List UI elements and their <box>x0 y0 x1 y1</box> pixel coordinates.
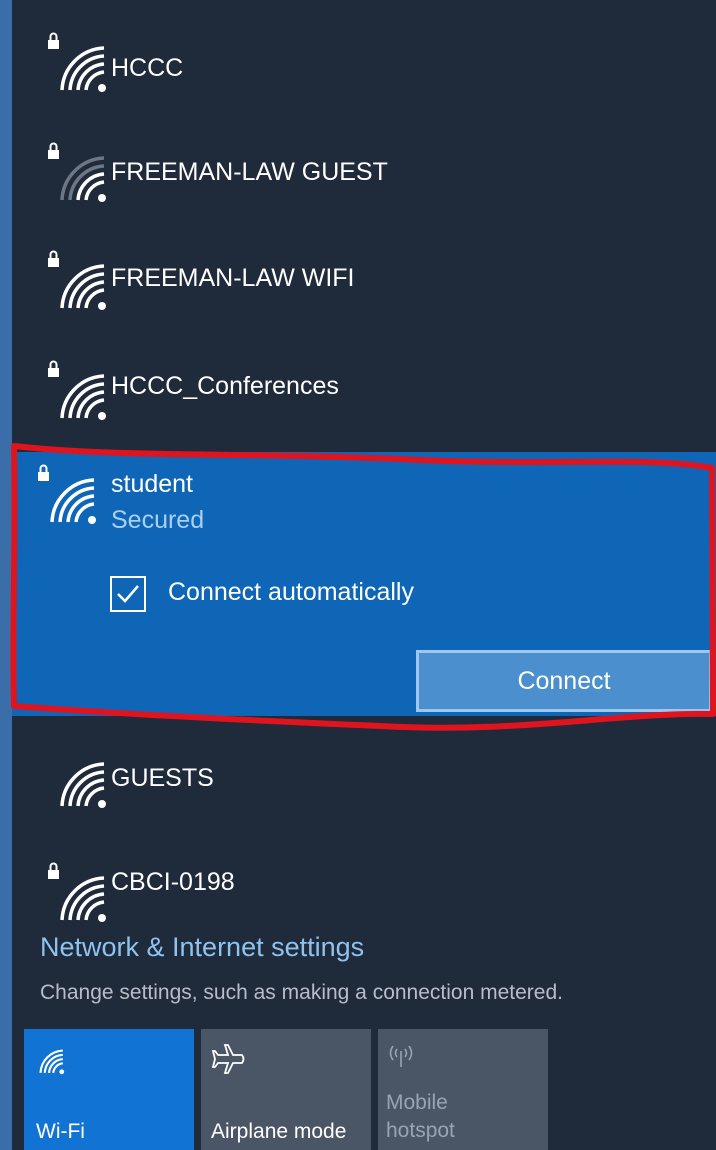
wifi-lock-icon <box>48 142 106 202</box>
network-flyout: HCCC FREEMAN-LAW GUEST FREEMAN-LAW WIFI <box>0 0 716 1150</box>
wifi-tile-label: Wi-Fi <box>36 1120 85 1143</box>
network-name: FREEMAN-LAW GUEST <box>111 158 388 186</box>
network-name: HCCC_Conferences <box>111 372 339 400</box>
wifi-lock-icon <box>48 250 106 310</box>
network-internet-settings-link[interactable]: Network & Internet settings <box>40 932 364 963</box>
settings-description: Change settings, such as making a connec… <box>40 981 563 1004</box>
network-item-hccc-conferences[interactable]: HCCC_Conferences <box>12 338 716 438</box>
wifi-lock-icon <box>38 464 96 524</box>
hotspot-label-line2: hotspot <box>386 1119 455 1142</box>
network-name: student <box>111 470 194 498</box>
network-item-guests[interactable]: GUESTS <box>12 734 716 834</box>
connect-automatically-checkbox[interactable] <box>110 576 146 612</box>
wifi-signal-icon <box>60 762 106 808</box>
mobile-hotspot-tile[interactable]: Mobile hotspot <box>378 1029 548 1150</box>
hotspot-tile-label: Mobile hotspot <box>386 1089 536 1145</box>
airplane-icon <box>211 1044 245 1074</box>
wifi-lock-icon <box>48 862 106 922</box>
hotspot-label-line1: Mobile <box>386 1091 448 1114</box>
checkmark-icon <box>117 585 139 603</box>
wifi-signal-icon <box>39 1049 65 1075</box>
airplane-mode-tile[interactable]: Airplane mode <box>201 1029 371 1150</box>
network-name: CBCI-0198 <box>111 868 235 896</box>
window-edge <box>0 0 12 1150</box>
network-security-status: Secured <box>111 506 205 534</box>
network-name: FREEMAN-LAW WIFI <box>111 264 355 292</box>
network-item-freeman-law-guest[interactable]: FREEMAN-LAW GUEST <box>12 120 716 220</box>
network-name: GUESTS <box>111 764 214 792</box>
hotspot-icon <box>389 1045 413 1067</box>
airplane-tile-label: Airplane mode <box>211 1120 347 1143</box>
wifi-lock-icon <box>48 32 106 92</box>
connect-automatically-label[interactable]: Connect automatically <box>168 578 414 607</box>
network-name: HCCC <box>111 54 184 82</box>
network-item-freeman-law-wifi[interactable]: FREEMAN-LAW WIFI <box>12 228 716 328</box>
wifi-toggle-tile[interactable]: Wi-Fi <box>24 1029 194 1150</box>
network-item-cbci-0198[interactable]: CBCI-0198 <box>12 840 716 940</box>
network-item-hccc[interactable]: HCCC <box>12 10 716 110</box>
network-item-student-expanded[interactable]: student Secured Connect automatically Co… <box>12 452 716 716</box>
connect-button[interactable]: Connect <box>416 650 712 712</box>
wifi-lock-icon <box>48 360 106 420</box>
